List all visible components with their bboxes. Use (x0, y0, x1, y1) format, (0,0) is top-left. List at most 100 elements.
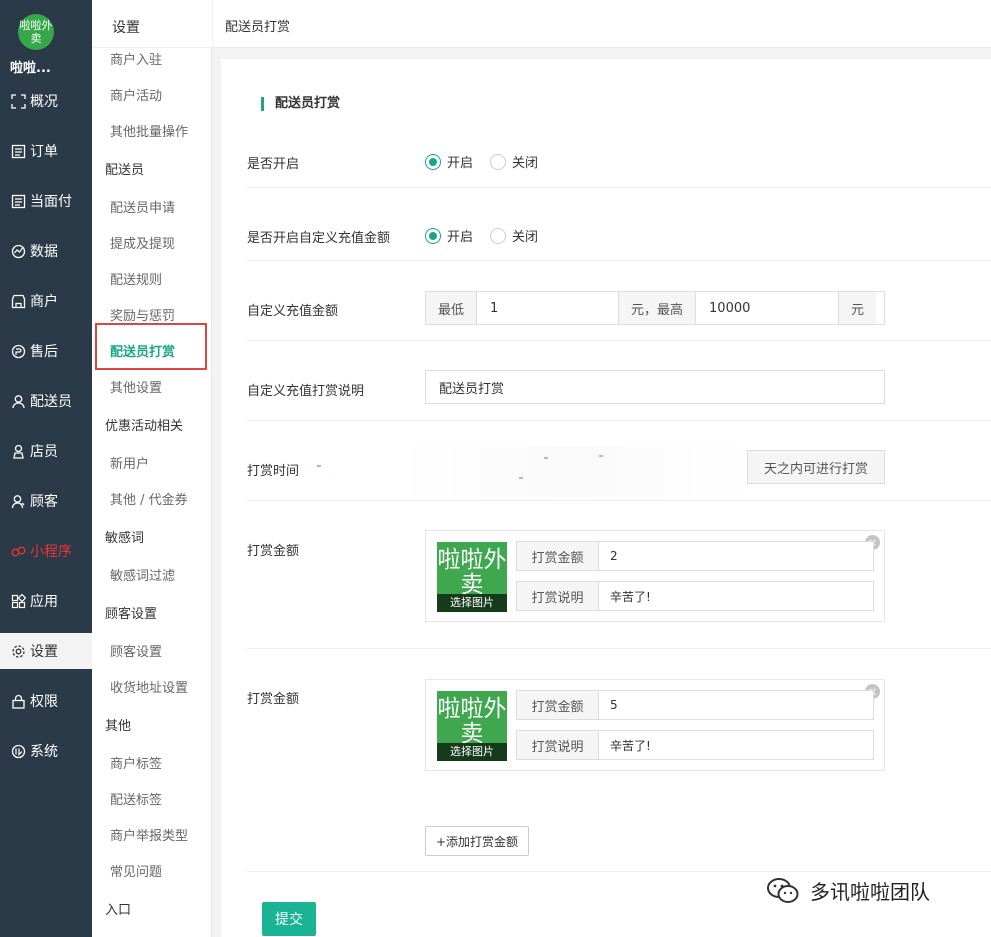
nav-label: 权限 (30, 694, 58, 710)
nav-item-store[interactable]: 商户 (0, 283, 92, 319)
page-header: 配送员打赏 (213, 0, 991, 48)
nav-label: 售后 (30, 344, 58, 360)
subnav-item-merchant-activity[interactable]: 商户活动 (110, 85, 162, 104)
submit-button[interactable]: 提交 (262, 902, 316, 936)
radio-label: 开启 (447, 230, 474, 245)
nav-item-payment[interactable]: 当面付 (0, 183, 92, 219)
blurred-area (309, 447, 749, 497)
nav-item-data[interactable]: 数据 (0, 233, 92, 269)
subnav-item-reward-penalty[interactable]: 奖励与惩罚 (110, 305, 175, 324)
subnav-group-entry: 入口 (105, 903, 132, 918)
custom-enable-off-radio[interactable]: 关闭 (490, 226, 538, 245)
tip-item-card: 啦啦外卖 选择图片 × 打赏金额 打赏说明 (425, 530, 885, 622)
subnav-item-address-settings[interactable]: 收货地址设置 (110, 677, 188, 696)
divider (247, 420, 991, 421)
add-tip-amount-button[interactable]: +添加打赏金额 (425, 826, 530, 856)
radio-circle (490, 227, 506, 244)
nav-label: 数据 (30, 244, 58, 260)
subnav-item-other-settings[interactable]: 其他设置 (110, 377, 162, 396)
customer-icon (10, 493, 27, 510)
highlight-box (95, 323, 207, 370)
aftersale-icon (10, 343, 27, 360)
brand-logo[interactable]: 啦啦外卖 (18, 14, 54, 50)
nav-item-apps[interactable]: 应用 (0, 583, 92, 619)
nav-item-overview[interactable]: 概况 (0, 83, 92, 119)
subnav-item-customer-settings[interactable]: 顾客设置 (110, 641, 162, 660)
divider (247, 340, 991, 341)
min-addon: 最低 (426, 292, 478, 324)
wechat-icon (767, 877, 799, 903)
tip-amount-label: 打赏金额 (247, 544, 300, 559)
thumb-text: 啦啦外卖 (437, 547, 507, 598)
max-amount-input[interactable] (696, 292, 839, 324)
nav-label: 设置 (30, 644, 58, 660)
enable-on-radio[interactable]: 开启 (425, 152, 473, 171)
radio-label: 关闭 (512, 156, 539, 171)
subnav-item-merchant-tags[interactable]: 商户标签 (110, 753, 162, 772)
radio-label: 关闭 (512, 230, 539, 245)
divider (247, 871, 991, 872)
divider (247, 648, 991, 649)
custom-desc-input[interactable] (425, 370, 885, 404)
tip-desc-addon: 打赏说明 (517, 731, 599, 759)
enable-off-radio[interactable]: 关闭 (490, 152, 538, 171)
select-image-button[interactable]: 选择图片 (437, 743, 507, 761)
subnav-item-commission[interactable]: 提成及提现 (110, 233, 175, 252)
subnav-item-coupons[interactable]: 其他 / 代金券 (110, 489, 188, 508)
nav-item-aftersale[interactable]: 售后 (0, 333, 92, 369)
tip-desc-input[interactable] (599, 582, 873, 610)
subnav-title: 设置 (92, 0, 212, 48)
store-icon (10, 293, 27, 310)
nav-item-system[interactable]: 系统 (0, 733, 92, 769)
tip-amount-input[interactable] (599, 542, 873, 570)
blur-speck (544, 457, 548, 459)
nav-item-courier[interactable]: 配送员 (0, 383, 92, 419)
subnav-item-faq[interactable]: 常见问题 (110, 861, 162, 880)
nav-item-clerk[interactable]: 店员 (0, 433, 92, 469)
radio-label: 开启 (447, 156, 474, 171)
tip-amount-group: 打赏金额 (516, 690, 874, 720)
nav-item-orders[interactable]: 订单 (0, 133, 92, 169)
brand-name: 啦啦... (10, 61, 51, 76)
user-icon (10, 393, 27, 410)
divider (247, 260, 991, 261)
divider (247, 500, 991, 501)
nav-item-permissions[interactable]: 权限 (0, 683, 92, 719)
subnav-group-other: 其他 (105, 719, 132, 734)
clerk-icon (10, 443, 27, 460)
nav-item-miniprogram[interactable]: 小程序 (0, 533, 92, 569)
subnav-item-courier-apply[interactable]: 配送员申请 (110, 197, 175, 216)
custom-amount-label: 自定义充值金额 (247, 304, 339, 319)
lock-icon (10, 693, 27, 710)
tip-amount-label: 打赏金额 (247, 692, 300, 707)
nav-label: 订单 (30, 144, 58, 160)
subnav-item-new-user[interactable]: 新用户 (110, 453, 149, 472)
subnav-group-customer: 顾客设置 (105, 607, 158, 622)
tip-image[interactable]: 啦啦外卖 选择图片 (437, 542, 507, 612)
unit-addon: 元 (838, 292, 877, 324)
watermark-text: 多讯啦啦团队 (810, 880, 930, 904)
select-image-button[interactable]: 选择图片 (437, 594, 507, 612)
tip-image[interactable]: 啦啦外卖 选择图片 (437, 691, 507, 761)
tip-desc-input[interactable] (599, 731, 873, 759)
order-icon (10, 143, 27, 160)
tip-time-suffix: 天之内可进行打赏 (748, 451, 884, 483)
min-amount-input[interactable] (477, 292, 619, 324)
subnav-item-delivery-tags[interactable]: 配送标签 (110, 789, 162, 808)
system-icon (10, 743, 27, 760)
subnav-item-report-types[interactable]: 商户举报类型 (110, 825, 188, 844)
nav-label: 商户 (30, 294, 58, 310)
blur-speck (519, 477, 523, 479)
nav-item-settings[interactable]: 设置 (0, 633, 92, 669)
tip-amount-input[interactable] (599, 691, 873, 719)
subnav-item-batch-ops[interactable]: 其他批量操作 (110, 121, 188, 140)
tip-desc-addon: 打赏说明 (517, 582, 599, 610)
nav-item-customer[interactable]: 顾客 (0, 483, 92, 519)
tip-item-card: 啦啦外卖 选择图片 × 打赏金额 打赏说明 (425, 679, 885, 771)
subnav-item-sensitive-filter[interactable]: 敏感词过滤 (110, 565, 175, 584)
subnav-item-delivery-rules[interactable]: 配送规则 (110, 269, 162, 288)
subnav-item-merchant-join[interactable]: 商户入驻 (110, 49, 162, 68)
gear-icon (10, 643, 27, 660)
custom-enable-on-radio[interactable]: 开启 (425, 226, 473, 245)
settings-subnav: 商户入驻 商户活动 其他批量操作 配送员 配送员申请 提成及提现 配送规则 奖励… (92, 0, 212, 937)
